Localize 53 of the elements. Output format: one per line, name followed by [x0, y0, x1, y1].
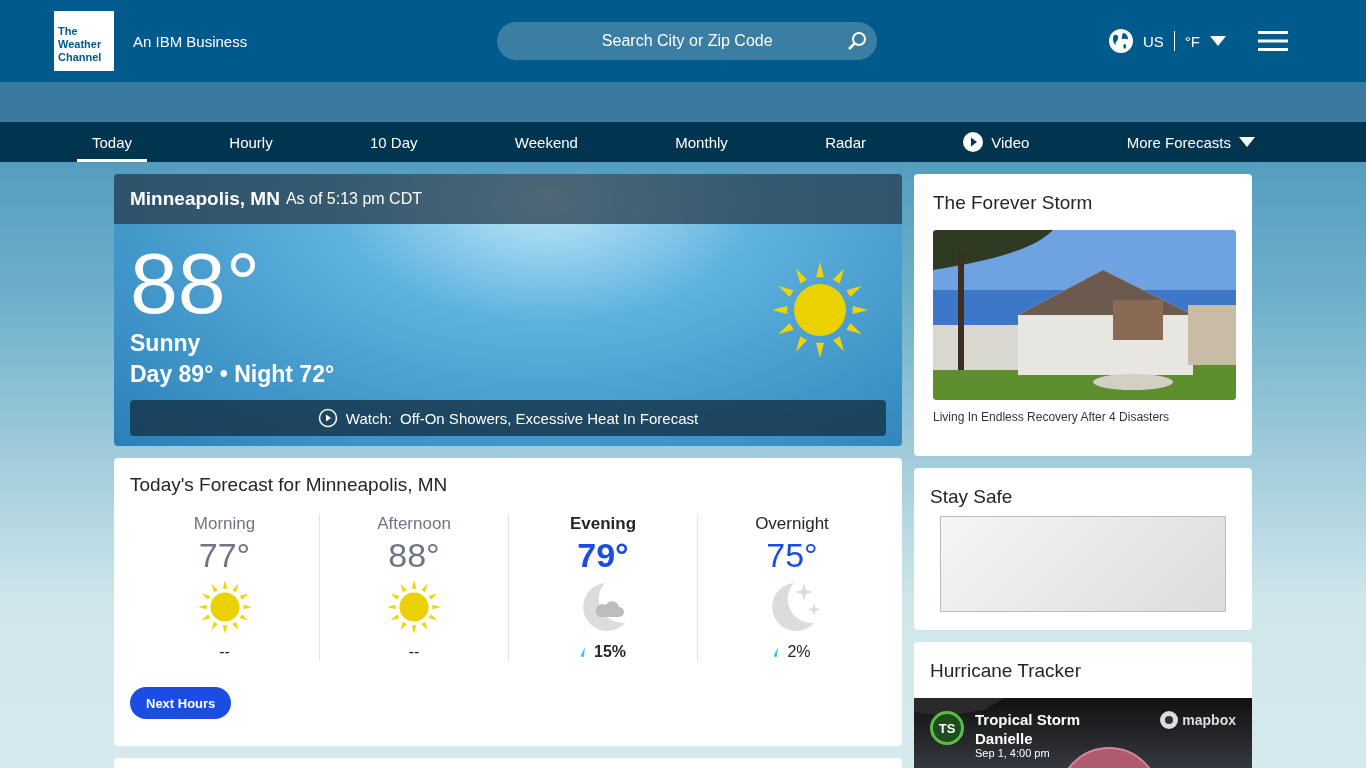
menu-icon[interactable] — [1258, 31, 1288, 51]
nav-tab[interactable]: Video — [948, 122, 1045, 162]
caret-icon — [1238, 137, 1255, 147]
card-title: Stay Safe — [930, 486, 1014, 508]
current-temperature: 88° — [130, 240, 262, 326]
story-caption[interactable]: Living In Endless Recovery After 4 Disasters — [933, 410, 1236, 424]
precipitation-chance: 2% — [787, 643, 811, 661]
sun-icon — [386, 579, 442, 635]
dropdown-caret-icon — [1210, 36, 1226, 46]
nav-tab[interactable]: Radar — [810, 122, 881, 162]
period-temperature: 79° — [577, 536, 629, 575]
period-name: Morning — [193, 514, 256, 534]
timestamp: As of 5:13 pm CDT — [285, 190, 422, 208]
logo[interactable]: The Weather Channel — [54, 11, 114, 71]
nav-tab[interactable]: 10 Day — [355, 122, 433, 162]
story-card[interactable]: The Forever Storm Living In Endless Recovery After 4 Disasters — [914, 174, 1252, 456]
play-icon — [317, 408, 338, 428]
storm-time: Sep 1, 4:00 pm — [975, 747, 1050, 759]
precipitation-chance: -- — [408, 643, 420, 661]
nav-tab[interactable]: Weekend — [499, 122, 593, 162]
period-name: Evening — [569, 514, 637, 534]
play-icon — [963, 132, 984, 152]
card-title: The Forever Storm — [933, 192, 1094, 214]
storm-name: Tropical Storm Danielle — [975, 710, 1082, 748]
location-name: Minneapolis, MN — [130, 188, 280, 210]
period-name: Afternoon — [377, 514, 451, 534]
globe-icon[interactable] — [1109, 29, 1133, 53]
card-title: Hurricane Tracker — [930, 660, 1082, 682]
period-temperature: 75° — [766, 536, 818, 575]
search-icon[interactable] — [847, 31, 868, 51]
nav-tab[interactable]: More Forecasts — [1111, 122, 1270, 162]
period-name: Overnight — [755, 514, 829, 534]
period-temperature: 77° — [198, 536, 251, 575]
next-hours-button[interactable]: Next Hours — [130, 687, 232, 719]
storm-badge: TS — [930, 711, 964, 745]
day-night-temperatures: Day 89° • Night 72° — [130, 361, 336, 388]
mapbox-logo-icon — [1160, 711, 1179, 729]
map[interactable]: TS Tropical Storm Danielle Sep 1, 4:00 pm mapbox — [914, 698, 1252, 768]
map-attribution: mapbox — [1182, 712, 1236, 728]
tagline: An IBM Business — [133, 32, 248, 50]
raindrop-icon — [580, 647, 586, 657]
nav-tab[interactable]: Monthly — [660, 122, 743, 162]
condition-text: Sunny — [130, 330, 202, 357]
precipitation-chance: 15% — [594, 643, 626, 661]
raindrop-icon — [773, 647, 780, 657]
nav-tab[interactable]: Today — [77, 122, 148, 162]
nav-tab[interactable]: Hourly — [214, 122, 288, 162]
card-title: Today's Forecast for Minneapolis, MN — [130, 474, 449, 496]
period-temperature: 88° — [388, 536, 440, 575]
precipitation-chance: -- — [219, 643, 230, 661]
locale-button[interactable]: US °F — [1143, 31, 1226, 51]
search-field[interactable]: Search City or Zip Code — [497, 22, 878, 60]
video-link[interactable]: Watch: Off-On Showers, Excessive Heat In Forecast — [130, 400, 886, 436]
